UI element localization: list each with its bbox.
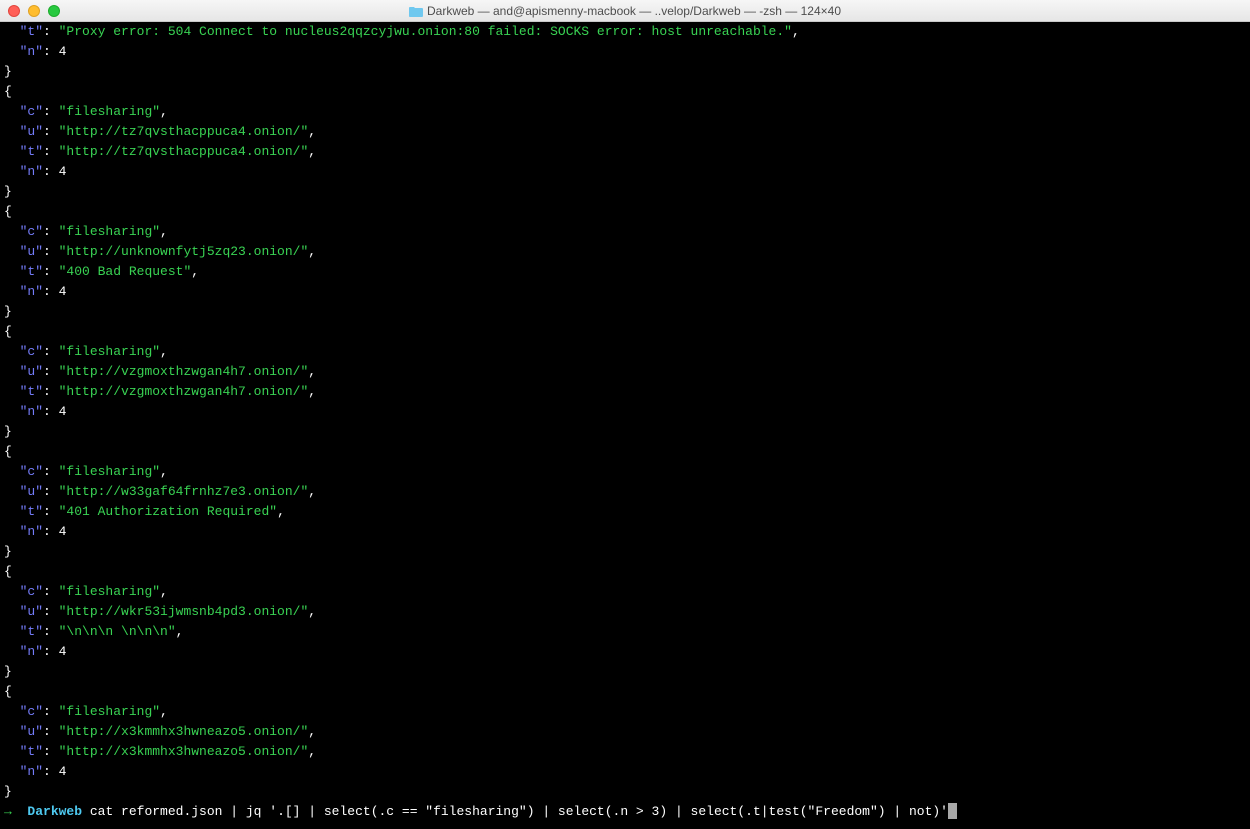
json-close-brace: } (0, 62, 1250, 82)
json-line: "u": "http://x3kmmhx3hwneazo5.onion/", (0, 722, 1250, 742)
json-line: "n": 4 (0, 282, 1250, 302)
json-line: "c": "filesharing", (0, 222, 1250, 242)
json-line: "n": 4 (0, 42, 1250, 62)
minimize-button[interactable] (28, 5, 40, 17)
json-line: "t": "http://x3kmmhx3hwneazo5.onion/", (0, 742, 1250, 762)
json-line: "n": 4 (0, 162, 1250, 182)
traffic-lights (8, 5, 60, 17)
json-line: "t": "\n\n\n \n\n\n", (0, 622, 1250, 642)
close-button[interactable] (8, 5, 20, 17)
folder-icon (409, 5, 423, 17)
window-title-bar: Darkweb — and@apismenny-macbook — ..velo… (0, 0, 1250, 22)
json-line: "n": 4 (0, 642, 1250, 662)
command-text: cat reformed.json | jq '.[] | select(.c … (90, 804, 948, 819)
json-line: "u": "http://vzgmoxthzwgan4h7.onion/", (0, 362, 1250, 382)
json-close-brace: } (0, 542, 1250, 562)
json-open-brace: { (0, 442, 1250, 462)
json-line: "t": "http://vzgmoxthzwgan4h7.onion/", (0, 382, 1250, 402)
json-line: "c": "filesharing", (0, 342, 1250, 362)
json-line: "c": "filesharing", (0, 702, 1250, 722)
json-open-brace: { (0, 82, 1250, 102)
cursor (948, 803, 957, 819)
json-line: "t": "401 Authorization Required", (0, 502, 1250, 522)
json-open-brace: { (0, 322, 1250, 342)
json-line: "c": "filesharing", (0, 582, 1250, 602)
json-close-brace: } (0, 422, 1250, 442)
json-close-brace: } (0, 302, 1250, 322)
json-line: "u": "http://unknownfytj5zq23.onion/", (0, 242, 1250, 262)
json-close-brace: } (0, 662, 1250, 682)
json-line: "u": "http://w33gaf64frnhz7e3.onion/", (0, 482, 1250, 502)
json-line: "n": 4 (0, 402, 1250, 422)
window-title-text: Darkweb — and@apismenny-macbook — ..velo… (427, 4, 841, 18)
terminal-content[interactable]: "t": "Proxy error: 504 Connect to nucleu… (0, 22, 1250, 829)
json-line: "t": "http://tz7qvsthacppuca4.onion/", (0, 142, 1250, 162)
json-line: "n": 4 (0, 762, 1250, 782)
json-close-brace: } (0, 782, 1250, 802)
json-line: "c": "filesharing", (0, 462, 1250, 482)
json-line: "t": "Proxy error: 504 Connect to nucleu… (0, 22, 1250, 42)
prompt-directory: Darkweb (27, 804, 82, 819)
json-line: "n": 4 (0, 522, 1250, 542)
json-line: "u": "http://wkr53ijwmsnb4pd3.onion/", (0, 602, 1250, 622)
prompt-line[interactable]: → Darkweb cat reformed.json | jq '.[] | … (0, 802, 1250, 822)
window-title: Darkweb — and@apismenny-macbook — ..velo… (409, 4, 841, 18)
json-open-brace: { (0, 562, 1250, 582)
json-line: "c": "filesharing", (0, 102, 1250, 122)
json-open-brace: { (0, 202, 1250, 222)
json-open-brace: { (0, 682, 1250, 702)
json-line: "u": "http://tz7qvsthacppuca4.onion/", (0, 122, 1250, 142)
prompt-arrow-icon: → (4, 804, 12, 819)
json-line: "t": "400 Bad Request", (0, 262, 1250, 282)
maximize-button[interactable] (48, 5, 60, 17)
json-close-brace: } (0, 182, 1250, 202)
